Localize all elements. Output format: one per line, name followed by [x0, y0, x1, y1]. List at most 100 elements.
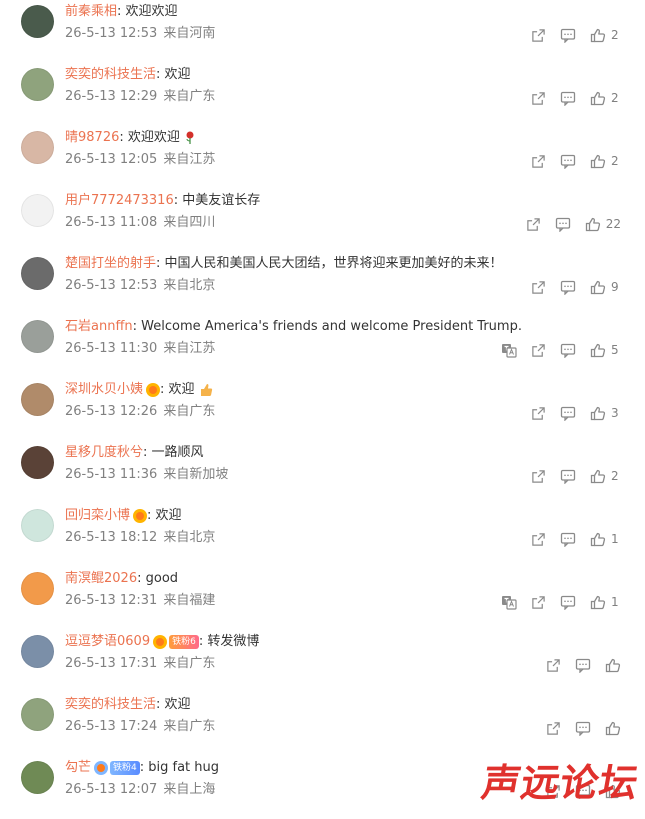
username-link[interactable]: 用户7772473316 — [65, 191, 174, 211]
comment-location: 来自江苏 — [163, 341, 216, 356]
username-link[interactable]: 逗逗梦语0609 — [65, 632, 150, 652]
like-button[interactable]: 2 — [590, 466, 621, 486]
comment-line: 奕奕的科技生活: 欢迎 — [65, 695, 625, 715]
reply-button[interactable] — [575, 718, 591, 738]
reply-button[interactable] — [560, 151, 576, 171]
avatar[interactable] — [21, 320, 54, 353]
like-button[interactable]: 2 — [590, 25, 621, 45]
comment-line: 星移几度秋兮: 一路顺风 — [65, 443, 625, 463]
comment-icon — [560, 406, 576, 421]
reply-button[interactable] — [560, 88, 576, 108]
avatar[interactable] — [21, 257, 54, 290]
share-button[interactable] — [531, 88, 546, 108]
avatar[interactable] — [21, 572, 54, 605]
comment-date: 26-5-13 11:08 — [65, 215, 158, 230]
share-button[interactable] — [531, 466, 546, 486]
like-button[interactable]: 2 — [590, 88, 621, 108]
like-button[interactable] — [605, 718, 621, 738]
colon-separator: : — [198, 634, 208, 649]
like-button[interactable]: 1 — [590, 529, 621, 549]
avatar[interactable] — [21, 761, 54, 794]
share-button[interactable] — [546, 718, 561, 738]
comment-location: 来自江苏 — [163, 152, 216, 167]
comment-actions — [532, 655, 621, 675]
comment-item: 南溟鲲2026: good 26-5-13 12:31 来自福建 1 — [0, 567, 645, 630]
reply-button[interactable] — [560, 403, 576, 423]
comment-item: 楚国打坐的射手: 中国人民和美国人民大团结，世界将迎来更加美好的未来！ 26-5-… — [0, 252, 645, 315]
like-button[interactable]: 2 — [590, 151, 621, 171]
like-count: 2 — [611, 91, 619, 105]
comment-actions: 9 — [517, 277, 621, 297]
thumbs-up-icon — [590, 532, 606, 547]
reply-button[interactable] — [575, 655, 591, 675]
comment-date: 26-5-13 12:07 — [65, 782, 158, 797]
reply-button[interactable] — [560, 529, 576, 549]
username-link[interactable]: 奕奕的科技生活 — [65, 695, 156, 715]
share-button[interactable] — [531, 340, 546, 360]
avatar[interactable] — [21, 383, 54, 416]
colon-separator: : — [156, 67, 165, 82]
comment-location: 来自上海 — [163, 782, 216, 797]
avatar[interactable] — [21, 5, 54, 38]
share-button[interactable] — [531, 529, 546, 549]
comment-item: 逗逗梦语0609 铁粉6: 转发微博 26-5-13 17:31 来自广东 — [0, 630, 645, 693]
share-button[interactable] — [546, 655, 561, 675]
like-button[interactable]: 9 — [590, 277, 621, 297]
comment-text: 中美友谊长存 — [182, 193, 261, 208]
reply-button[interactable] — [560, 277, 576, 297]
fan-badge: 铁粉4 — [110, 761, 140, 775]
like-count: 22 — [605, 217, 621, 231]
username-link[interactable]: 勾芒 — [65, 758, 91, 778]
avatar[interactable] — [21, 509, 54, 542]
username-link[interactable]: 楚国打坐的射手 — [65, 254, 156, 274]
comment-date: 26-5-13 11:36 — [65, 467, 158, 482]
avatar[interactable] — [21, 635, 54, 668]
share-button[interactable] — [531, 592, 546, 612]
comment-date: 26-5-13 12:31 — [65, 593, 158, 608]
reply-button[interactable] — [560, 25, 576, 45]
username-link[interactable]: 晴98726 — [65, 128, 119, 148]
like-button[interactable]: 1 — [590, 592, 621, 612]
translate-button[interactable] — [501, 340, 517, 360]
translate-button[interactable] — [501, 592, 517, 612]
username-link[interactable]: 深圳水贝小姨 — [65, 380, 143, 400]
avatar[interactable] — [21, 131, 54, 164]
reply-button[interactable] — [555, 214, 571, 234]
share-button[interactable] — [531, 403, 546, 423]
avatar[interactable] — [21, 68, 54, 101]
share-button[interactable] — [526, 214, 541, 234]
reply-button[interactable] — [560, 466, 576, 486]
comment-icon — [560, 595, 576, 610]
like-button[interactable]: 5 — [590, 340, 621, 360]
comment-text: 中国人民和美国人民大团结，世界将迎来更加美好的未来！ — [164, 256, 503, 271]
share-button[interactable] — [531, 277, 546, 297]
share-icon — [546, 721, 561, 736]
username-link[interactable]: 石岩annffn — [65, 317, 133, 337]
comment-text: 欢迎欢迎 — [125, 4, 178, 19]
avatar[interactable] — [21, 446, 54, 479]
comment-icon — [575, 658, 591, 673]
username-link[interactable]: 前秦乘相 — [65, 2, 117, 22]
colon-separator: : — [147, 508, 156, 523]
avatar[interactable] — [21, 194, 54, 227]
share-icon — [531, 154, 546, 169]
username-link[interactable]: 星移几度秋兮 — [65, 443, 143, 463]
username-link[interactable]: 南溟鲲2026 — [65, 569, 137, 589]
share-button[interactable] — [531, 25, 546, 45]
like-button[interactable]: 3 — [590, 403, 621, 423]
avatar[interactable] — [21, 698, 54, 731]
username-link[interactable]: 奕奕的科技生活 — [65, 65, 156, 85]
comment-meta: 26-5-13 12:31 来自福建 — [65, 591, 215, 611]
comment-meta: 26-5-13 12:53 来自北京 — [65, 276, 215, 296]
share-button[interactable] — [531, 151, 546, 171]
comment-text: 欢迎欢迎 — [127, 130, 180, 145]
translate-icon — [501, 595, 517, 610]
reply-button[interactable] — [560, 340, 576, 360]
like-button[interactable] — [605, 655, 621, 675]
rose-icon — [186, 131, 194, 144]
share-icon — [531, 28, 546, 43]
like-button[interactable]: 22 — [585, 214, 621, 234]
reply-button[interactable] — [560, 592, 576, 612]
username-link[interactable]: 回归栾小博 — [65, 506, 130, 526]
comment-line: 石岩annffn: Welcome America's friends and … — [65, 317, 625, 337]
